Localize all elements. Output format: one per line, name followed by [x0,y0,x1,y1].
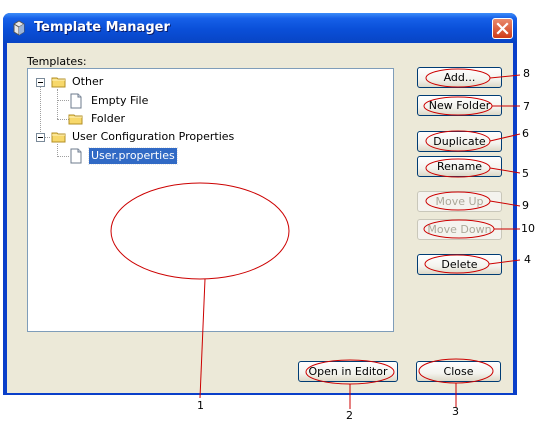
callout-number-5: 5 [522,167,529,180]
close-icon [496,22,509,35]
collapse-toggle-icon[interactable] [36,78,45,87]
tree-label: Folder [91,112,125,125]
callout-number-4: 4 [524,253,531,266]
window-title: Template Manager [34,20,170,35]
duplicate-button[interactable]: Duplicate [417,131,502,152]
dialog-body: Templates: Other Empty File Folder User … [7,43,513,393]
tree-item-other[interactable]: Other [28,74,388,90]
app-icon [11,20,27,36]
open-in-editor-button[interactable]: Open in Editor [298,361,398,382]
new-folder-button[interactable]: New Folder [417,95,502,116]
templates-tree[interactable]: Other Empty File Folder User Configurati… [27,68,394,332]
tree-label-selected: User.properties [88,147,178,165]
template-manager-window: Template Manager Templates: Other Empty … [3,13,517,395]
tree-item-user-properties[interactable]: User.properties [28,147,388,165]
move-down-button[interactable]: Move Down [417,219,502,240]
tree-label: User Configuration Properties [72,130,235,143]
file-icon [68,148,84,164]
rename-button[interactable]: Rename [417,156,502,177]
tree-item-folder[interactable]: Folder [28,111,388,127]
tree-label: Empty File [91,94,149,107]
callout-number-1: 1 [197,399,204,412]
collapse-toggle-icon[interactable] [36,133,45,142]
callout-number-6: 6 [522,127,529,140]
folder-icon [68,111,84,127]
callout-number-2: 2 [346,409,353,422]
folder-icon [51,74,67,90]
tree-label: Other [72,75,104,88]
callout-number-3: 3 [452,405,459,418]
delete-button[interactable]: Delete [417,254,502,275]
templates-label: Templates: [27,55,87,68]
callout-number-10: 10 [521,222,535,235]
folder-icon [51,129,67,145]
callout-number-8: 8 [523,67,530,80]
window-close-button[interactable] [492,18,513,39]
tree-item-user-configuration-properties[interactable]: User Configuration Properties [28,129,388,145]
title-bar[interactable]: Template Manager [3,13,517,43]
move-up-button[interactable]: Move Up [417,191,502,212]
file-icon [68,93,84,109]
add-button[interactable]: Add... [417,67,502,88]
callout-number-7: 7 [523,100,530,113]
callout-number-9: 9 [522,199,529,212]
tree-item-empty-file[interactable]: Empty File [28,93,388,109]
close-button[interactable]: Close [416,361,501,382]
